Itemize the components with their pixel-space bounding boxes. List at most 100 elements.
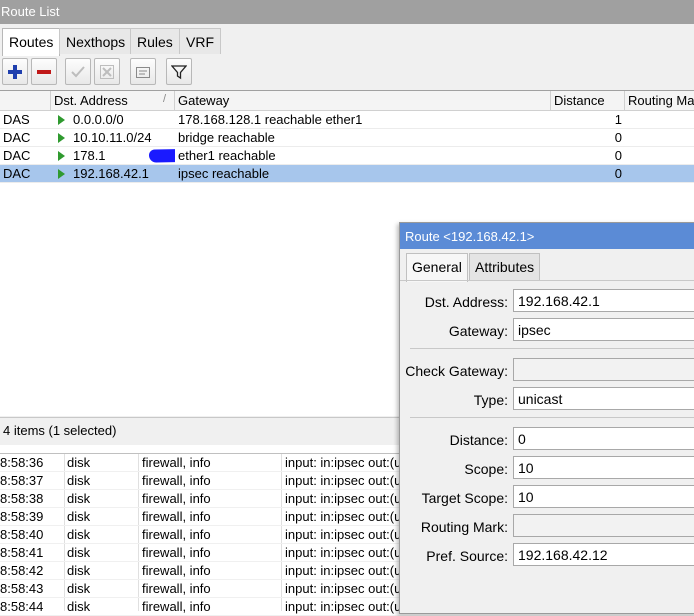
log-buffer: disk [67, 545, 91, 560]
tab-rules[interactable]: Rules [130, 28, 180, 54]
remove-button[interactable] [31, 58, 57, 85]
target-scope-field[interactable]: 10 [513, 485, 694, 508]
log-time: 8:58:41 [0, 545, 44, 560]
route-dialog: Route <192.168.42.1> General Attributes … [399, 222, 694, 614]
log-buffer: disk [67, 581, 91, 596]
table-row-selected[interactable]: DAC 192.168.42.1 ipsec reachable 0 [0, 165, 694, 183]
column-header-gateway[interactable]: Gateway [175, 91, 551, 111]
pref-source-field[interactable]: 192.168.42.12 [513, 543, 694, 566]
log-topics: firewall, info [142, 509, 211, 524]
table-header: Dst. Address / Gateway Distance Routing … [0, 91, 694, 111]
scope-label: Scope: [464, 461, 508, 477]
tab-routes[interactable]: Routes [2, 28, 61, 56]
log-topics: firewall, info [142, 581, 211, 596]
column-header-dst-address[interactable]: Dst. Address / [51, 91, 175, 111]
column-header-distance[interactable]: Distance [551, 91, 625, 111]
field-row-pref-source: Pref. Source: 192.168.42.12 [400, 543, 694, 567]
route-dst-cell: 178.1 [51, 147, 175, 165]
log-time: 8:58:39 [0, 509, 44, 524]
column-header-routing-mark[interactable]: Routing Ma [625, 91, 694, 111]
log-topics: firewall, info [142, 491, 211, 506]
scope-field[interactable]: 10 [513, 456, 694, 479]
route-dst-cell: 10.10.11.0/24 [51, 129, 175, 147]
comment-icon [136, 66, 150, 78]
route-flags: DAS [3, 112, 30, 127]
field-row-distance: Distance: 0 [400, 427, 694, 451]
log-message: input: in:ipsec out:(u [285, 509, 399, 524]
check-gateway-label: Check Gateway: [405, 363, 508, 379]
route-flags: DAC [3, 130, 31, 145]
log-buffer: disk [67, 563, 91, 578]
log-topics: firewall, info [142, 527, 211, 542]
log-buffer: disk [67, 491, 91, 506]
log-message: input: in:ipsec out:(u [285, 491, 399, 506]
window-titlebar[interactable]: Route List [0, 0, 694, 24]
routing-mark-label: Routing Mark: [420, 519, 508, 535]
pref-source-label: Pref. Source: [426, 548, 508, 564]
log-topics: firewall, info [142, 455, 211, 470]
log-time: 8:58:44 [0, 599, 44, 614]
gateway-field[interactable]: ipsec [513, 318, 694, 341]
tab-general[interactable]: General [406, 253, 468, 282]
add-icon [8, 64, 22, 79]
active-route-icon [58, 151, 65, 161]
log-message: input: in:ipsec out:(u [285, 563, 399, 578]
dialog-tab-bar: General Attributes [406, 253, 694, 282]
route-gateway: ether1 reachable [178, 148, 276, 163]
dialog-titlebar[interactable]: Route <192.168.42.1> [400, 223, 694, 249]
log-message: input: in:ipsec out:(u [285, 581, 399, 596]
toolbar [0, 58, 694, 88]
sort-indicator-icon: / [162, 93, 166, 105]
log-time: 8:58:37 [0, 473, 44, 488]
log-buffer: disk [67, 509, 91, 524]
table-row[interactable]: DAS 0.0.0.0/0 178.168.128.1 reachable et… [0, 111, 694, 129]
tab-attributes[interactable]: Attributes [469, 253, 541, 280]
tab-nexthops[interactable]: Nexthops [59, 28, 133, 54]
route-gateway: bridge reachable [178, 130, 275, 145]
log-topics: firewall, info [142, 545, 211, 560]
filter-button[interactable] [166, 58, 192, 85]
dst-address-field[interactable]: 192.168.42.1 [513, 289, 694, 312]
add-button[interactable] [2, 58, 28, 85]
log-message: input: in:ipsec out:(u [285, 545, 399, 560]
route-dst: 192.168.42.1 [73, 166, 149, 181]
dialog-body: Dst. Address: 192.168.42.1 Gateway: ipse… [400, 280, 694, 615]
enable-button[interactable] [65, 58, 91, 85]
check-gateway-field[interactable] [513, 358, 694, 381]
active-route-icon [58, 169, 65, 179]
section-divider [410, 348, 694, 349]
type-label: Type: [473, 392, 508, 408]
table-row[interactable]: DAC 178.1 ether1 reachable 0 [0, 147, 694, 165]
route-gateway: 178.168.128.1 reachable ether1 [178, 112, 363, 127]
column-header-label: Dst. Address [54, 93, 128, 108]
type-field[interactable]: unicast [513, 387, 694, 410]
distance-field[interactable]: 0 [513, 427, 694, 450]
log-message: input: in:ipsec out:(u [285, 473, 399, 488]
section-divider [410, 417, 694, 418]
log-time: 8:58:43 [0, 581, 44, 596]
log-message: input: in:ipsec out:(u [285, 455, 399, 470]
gateway-label: Gateway: [448, 323, 508, 339]
distance-label: Distance: [449, 432, 508, 448]
enable-icon [71, 65, 85, 77]
dst-address-label: Dst. Address: [424, 294, 508, 310]
active-route-icon [58, 133, 65, 143]
comment-button[interactable] [130, 58, 156, 85]
route-gateway: ipsec reachable [178, 166, 270, 181]
disable-button[interactable] [94, 58, 120, 85]
tab-vrf[interactable]: VRF [179, 28, 221, 54]
route-dst-cell: 0.0.0.0/0 [51, 111, 175, 129]
log-time: 8:58:42 [0, 563, 44, 578]
window-title: Route List [1, 4, 60, 19]
log-time: 8:58:36 [0, 455, 44, 470]
field-row-routing-mark: Routing Mark: [400, 514, 694, 538]
table-row[interactable]: DAC 10.10.11.0/24 bridge reachable 0 [0, 129, 694, 147]
dialog-title: Route <192.168.42.1> [405, 229, 535, 244]
routing-mark-field[interactable] [513, 514, 694, 537]
log-topics: firewall, info [142, 599, 211, 614]
column-header-flags[interactable] [0, 91, 51, 111]
field-row-check-gateway: Check Gateway: [400, 358, 694, 382]
route-distance: 0 [614, 148, 622, 163]
log-time: 8:58:40 [0, 527, 44, 542]
route-flags: DAC [3, 148, 31, 163]
